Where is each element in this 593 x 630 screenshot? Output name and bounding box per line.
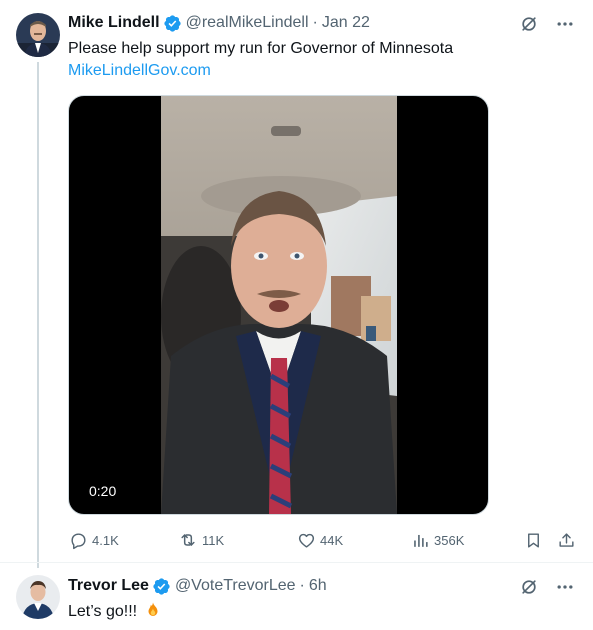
verified-badge-icon [152, 577, 171, 596]
timestamp[interactable]: 6h [309, 577, 327, 595]
verified-badge-icon [163, 14, 182, 33]
tweet-header: Trevor Lee @VoteTrevorLee · 6h [68, 575, 327, 597]
tweet-original[interactable]: Mike Lindell @realMikeLindell · Jan 22 P… [0, 0, 593, 562]
tweet-link[interactable]: MikeLindellGov.com [68, 60, 211, 82]
grok-icon[interactable] [519, 14, 539, 34]
heart-icon [296, 530, 316, 550]
views-button[interactable]: 356K [410, 530, 464, 550]
separator-dot: · [299, 577, 305, 594]
user-handle[interactable]: @realMikeLindell [186, 14, 309, 32]
tweet-text-row: Let’s go!!! [68, 601, 162, 623]
separator-dot: · [312, 14, 318, 31]
share-icon [556, 530, 576, 550]
top-actions [519, 14, 575, 34]
display-name[interactable]: Mike Lindell [68, 14, 160, 32]
top-actions [519, 577, 575, 597]
avatar-trevor-lee[interactable] [16, 575, 60, 619]
video-thumbnail[interactable] [161, 96, 397, 514]
tweet-reply[interactable]: Trevor Lee @VoteTrevorLee · 6h Let’s go!… [0, 562, 593, 630]
tweet-actions-bar: 4.1K 11K 44K 356K [68, 528, 578, 552]
grok-icon[interactable] [519, 577, 539, 597]
fire-emoji-icon [144, 601, 162, 619]
tweet-text: Let’s go!!! [68, 603, 138, 620]
bookmark-icon [523, 530, 543, 550]
video-player[interactable]: 0:20 [68, 95, 489, 515]
tweet-text: Please help support my run for Governor … [68, 40, 454, 57]
bookmark-button[interactable] [523, 530, 547, 550]
reply-button[interactable]: 4.1K [68, 530, 119, 550]
share-button[interactable] [556, 530, 580, 550]
more-icon[interactable] [555, 14, 575, 34]
timestamp[interactable]: Jan 22 [322, 14, 370, 32]
retweet-button[interactable]: 11K [178, 530, 224, 550]
retweet-icon [178, 530, 198, 550]
views-icon [410, 530, 430, 550]
retweet-count: 11K [202, 532, 225, 548]
reply-count: 4.1K [92, 532, 119, 548]
view-count: 356K [434, 532, 465, 548]
avatar-mike-lindell[interactable] [16, 13, 60, 57]
reply-icon [68, 530, 88, 550]
user-handle[interactable]: @VoteTrevorLee [175, 577, 296, 595]
display-name[interactable]: Trevor Lee [68, 577, 149, 595]
more-icon[interactable] [555, 577, 575, 597]
video-duration: 0:20 [83, 480, 123, 502]
like-button[interactable]: 44K [296, 530, 343, 550]
like-count: 44K [320, 532, 344, 548]
tweet-header: Mike Lindell @realMikeLindell · Jan 22 [68, 12, 370, 34]
